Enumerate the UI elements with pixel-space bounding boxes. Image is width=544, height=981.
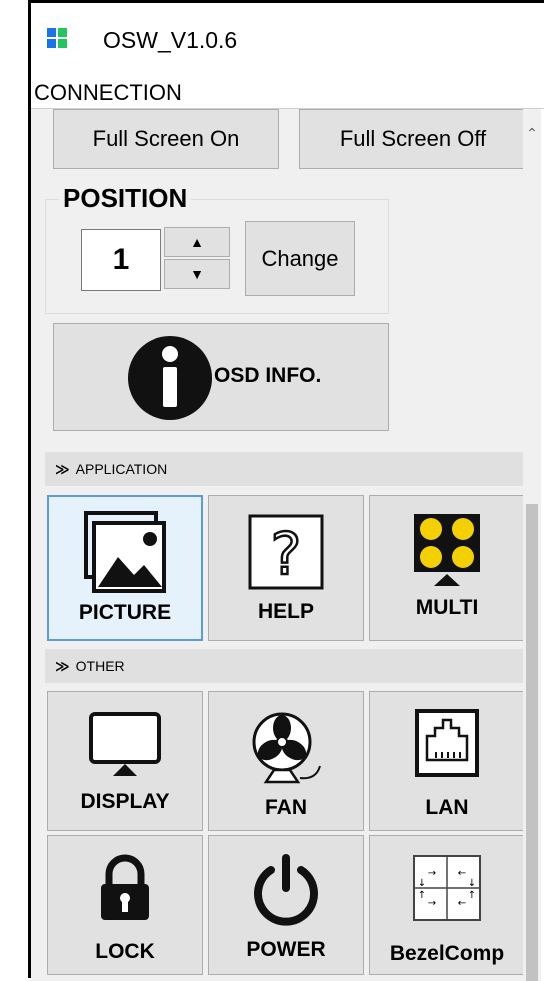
picture-tile[interactable]: PICTURE — [47, 495, 203, 641]
title-bar: OSW_V1.0.6 — [31, 3, 544, 78]
control-panel: Full Screen On Full Screen Off POSITION … — [31, 109, 541, 981]
lock-icon — [101, 854, 149, 920]
position-input[interactable]: 1 — [81, 229, 161, 291]
ethernet-port-icon — [415, 709, 479, 777]
increment-button[interactable]: ▲ — [164, 227, 230, 257]
bezel-compensation-icon: → ← → ← ↓ ↓ ↑ ↑ — [413, 855, 481, 921]
scroll-up-arrow-icon[interactable]: ⌃ — [523, 125, 541, 145]
svg-text:→: → — [428, 898, 436, 909]
fan-icon — [252, 712, 321, 784]
menu-connection[interactable]: CONNECTION — [34, 80, 182, 106]
osd-info-button[interactable]: OSD INFO. — [53, 323, 389, 431]
window-title: OSW_V1.0.6 — [103, 27, 238, 53]
power-icon — [254, 854, 318, 926]
svg-text:?: ? — [271, 520, 302, 588]
power-tile[interactable]: POWER — [208, 835, 364, 975]
lan-tile[interactable]: LAN — [369, 691, 525, 831]
collapse-chevron-icon: ≫ — [55, 658, 70, 674]
multi-display-icon — [414, 514, 480, 586]
change-button[interactable]: Change — [245, 221, 355, 296]
lan-label: LAN — [425, 796, 469, 819]
help-icon: ? — [248, 514, 324, 590]
full-screen-on-button[interactable]: Full Screen On — [53, 109, 279, 169]
menu-bar: CONNECTION — [31, 78, 544, 109]
lock-tile[interactable]: LOCK — [47, 835, 203, 975]
vertical-scrollbar[interactable]: ⌃ — [523, 109, 541, 981]
multi-label: MULTI — [415, 596, 479, 619]
svg-text:↑: ↑ — [418, 890, 426, 901]
display-label: DISPLAY — [80, 790, 170, 813]
svg-text:↑: ↑ — [468, 890, 476, 901]
display-tile[interactable]: DISPLAY — [47, 691, 203, 831]
position-title: POSITION — [59, 183, 192, 214]
bezelcomp-label: BezelComp — [389, 942, 505, 965]
picture-label: PICTURE — [78, 601, 172, 624]
fan-label: FAN — [265, 796, 307, 819]
decrement-button[interactable]: ▼ — [164, 259, 230, 289]
power-label: POWER — [246, 938, 326, 961]
osd-info-label: OSD INFO. — [214, 364, 322, 387]
help-tile[interactable]: ? HELP — [208, 495, 364, 641]
bezelcomp-tile[interactable]: → ← → ← ↓ ↓ ↑ ↑ BezelComp — [369, 835, 525, 975]
application-section-title: APPLICATION — [75, 461, 168, 477]
app-window: OSW_V1.0.6 CONNECTION Full Screen On Ful… — [28, 0, 544, 981]
fan-tile[interactable]: FAN — [208, 691, 364, 831]
collapse-chevron-icon: ≫ — [55, 461, 70, 477]
monitor-icon — [89, 712, 161, 776]
scrollbar-thumb[interactable] — [526, 504, 538, 981]
svg-text:→: → — [428, 868, 436, 879]
other-section-header[interactable]: ≫ OTHER — [45, 649, 533, 683]
app-logo-icon — [47, 28, 67, 48]
svg-text:←: ← — [458, 868, 466, 879]
other-section-title: OTHER — [75, 658, 125, 674]
svg-text:↓: ↓ — [418, 878, 426, 889]
info-icon — [128, 336, 212, 420]
lock-label: LOCK — [95, 940, 155, 963]
svg-text:←: ← — [458, 898, 466, 909]
application-section-header[interactable]: ≫ APPLICATION — [45, 452, 533, 486]
full-screen-off-button[interactable]: Full Screen Off — [299, 109, 527, 169]
picture-icon — [84, 511, 166, 593]
multi-tile[interactable]: MULTI — [369, 495, 525, 641]
help-label: HELP — [257, 600, 314, 623]
svg-text:↓: ↓ — [468, 878, 476, 889]
